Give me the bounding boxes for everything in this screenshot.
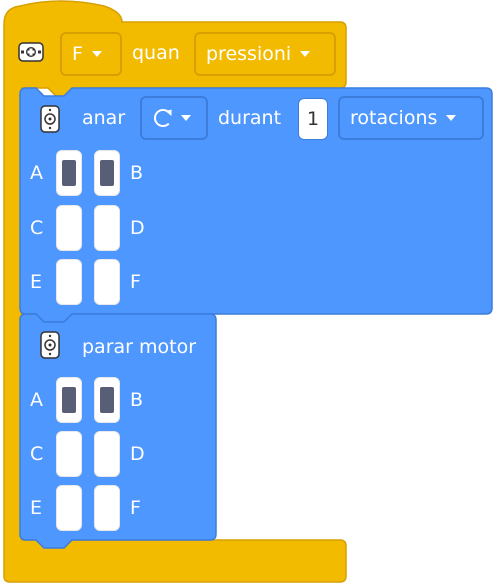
chevron-down-icon <box>91 51 102 57</box>
stop-label: parar motor <box>82 336 197 358</box>
unit-dropdown[interactable]: rotacions <box>338 96 484 140</box>
amount-input[interactable]: 1 <box>298 98 328 140</box>
port-a-toggle[interactable] <box>56 377 82 423</box>
event-select-dropdown[interactable]: pressioni <box>194 32 336 76</box>
port-label-f: F <box>130 497 141 519</box>
button-select-dropdown[interactable]: F <box>60 32 122 76</box>
port-label-a: A <box>30 162 43 184</box>
port-f-toggle[interactable] <box>94 485 120 531</box>
clockwise-rotation-icon <box>154 109 172 127</box>
port-label-b: B <box>130 389 144 411</box>
button-brick-icon <box>18 42 44 62</box>
port-d-toggle[interactable] <box>94 205 120 251</box>
chevron-down-icon <box>300 51 311 57</box>
event-select-value: pressioni <box>206 43 292 65</box>
port-e-toggle[interactable] <box>56 485 82 531</box>
unit-value: rotacions <box>350 107 438 129</box>
port-a-toggle[interactable] <box>56 150 82 196</box>
chevron-down-icon <box>181 115 191 121</box>
port-c-toggle[interactable] <box>56 205 82 251</box>
port-label-d: D <box>130 443 145 465</box>
port-f-toggle[interactable] <box>94 259 120 305</box>
port-c-toggle[interactable] <box>56 431 82 477</box>
port-label-e: E <box>30 497 43 519</box>
port-e-toggle[interactable] <box>56 259 82 305</box>
when-label: quan <box>132 42 180 64</box>
port-b-toggle[interactable] <box>94 150 120 196</box>
port-label-f: F <box>130 271 141 293</box>
port-label-b: B <box>130 162 144 184</box>
motor-icon <box>40 331 60 359</box>
port-label-d: D <box>130 217 145 239</box>
direction-dropdown[interactable] <box>140 96 208 140</box>
motor-icon <box>40 105 60 133</box>
port-label-c: C <box>30 443 44 465</box>
port-label-c: C <box>30 217 44 239</box>
port-label-e: E <box>30 271 43 293</box>
chevron-down-icon <box>446 115 457 121</box>
run-label: anar <box>82 107 126 129</box>
port-b-toggle[interactable] <box>94 377 120 423</box>
port-label-a: A <box>30 389 43 411</box>
button-select-value: F <box>72 43 83 65</box>
port-d-toggle[interactable] <box>94 431 120 477</box>
for-label: durant <box>218 107 282 129</box>
